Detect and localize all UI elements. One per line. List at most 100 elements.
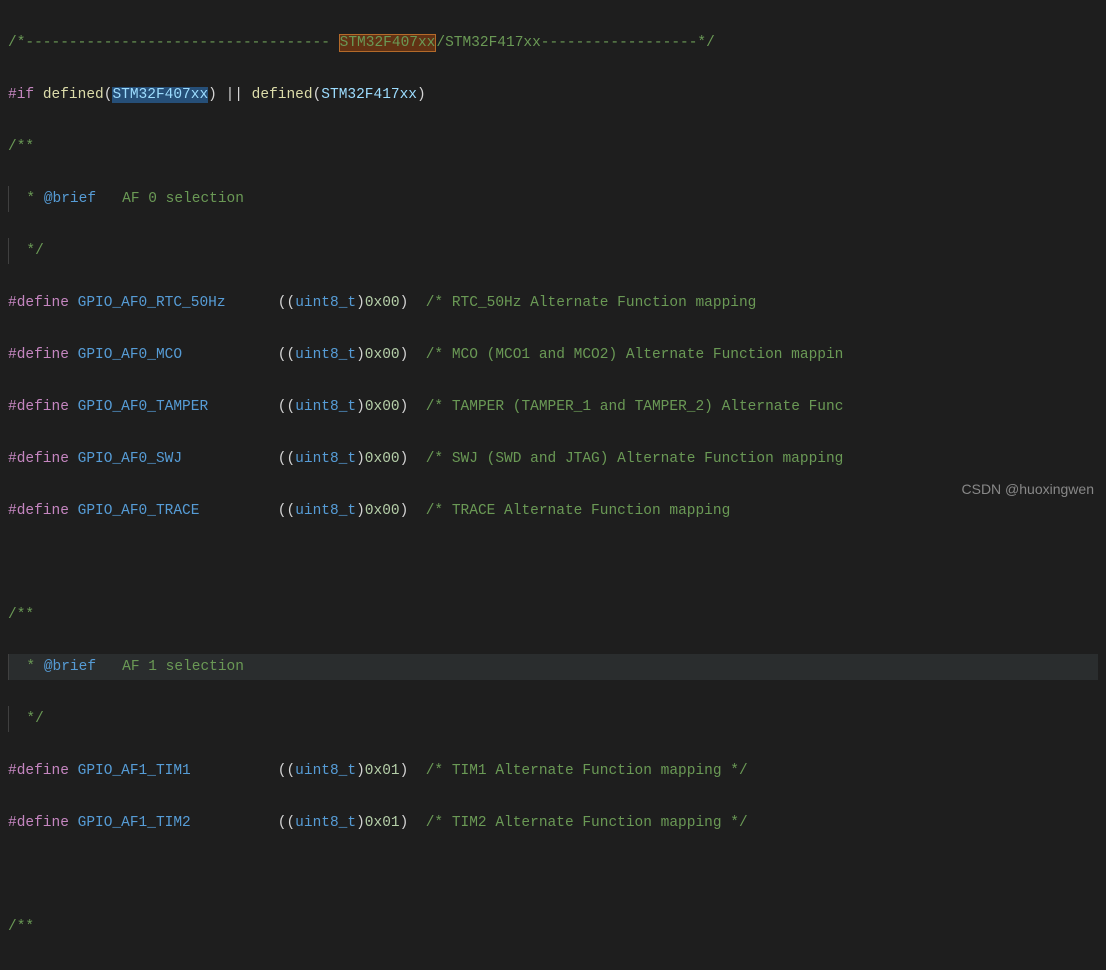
- comment-sep: /: [436, 35, 445, 51]
- define-name: GPIO_AF0_RTC_50Hz: [78, 295, 226, 311]
- define-name: GPIO_AF0_SWJ: [78, 451, 182, 467]
- paren: ): [208, 87, 217, 103]
- paren: (: [313, 87, 322, 103]
- define-name: GPIO_AF1_TIM1: [78, 763, 191, 779]
- hex-value: 0x01: [365, 763, 400, 779]
- func-defined: defined: [252, 87, 313, 103]
- directive-if: #if: [8, 87, 34, 103]
- code-line: #define GPIO_AF0_SWJ ((uint8_t)0x00) /* …: [8, 446, 1098, 472]
- code-line: #define GPIO_AF0_TAMPER ((uint8_t)0x00) …: [8, 394, 1098, 420]
- pad: [199, 503, 277, 519]
- type-name: uint8_t: [295, 763, 356, 779]
- trailing-comment: /* RTC_50Hz Alternate Function mapping: [426, 295, 757, 311]
- code-line: /**: [8, 602, 1098, 628]
- type-name: uint8_t: [295, 815, 356, 831]
- trailing-comment: /* TRACE Alternate Function mapping: [426, 503, 731, 519]
- cast-close-paren: ): [356, 451, 365, 467]
- directive-define: #define: [8, 295, 69, 311]
- hex-value: 0x00: [365, 503, 400, 519]
- doc-open: /**: [8, 607, 34, 623]
- code-line: */: [8, 706, 1098, 732]
- paren: ): [400, 399, 409, 415]
- cast-open: ((: [278, 815, 295, 831]
- comment-chip2: STM32F417xx: [445, 35, 541, 51]
- code-line-current: * @brief AF 1 selection: [8, 654, 1098, 680]
- operator-or: ||: [226, 87, 243, 103]
- comment-prefix: /*-----------------------------------: [8, 35, 339, 51]
- define-name: GPIO_AF0_MCO: [78, 347, 182, 363]
- directive-define: #define: [8, 399, 69, 415]
- code-line: [8, 550, 1098, 576]
- doc-star: *: [9, 659, 44, 675]
- code-editor[interactable]: /*----------------------------------- ST…: [0, 0, 1106, 970]
- cast-open: ((: [278, 295, 295, 311]
- type-name: uint8_t: [295, 295, 356, 311]
- type-name: uint8_t: [295, 503, 356, 519]
- doc-text: AF 1 selection: [96, 659, 244, 675]
- hex-value: 0x00: [365, 399, 400, 415]
- doc-open: /**: [8, 139, 34, 155]
- paren: ): [417, 87, 426, 103]
- pad: [208, 399, 278, 415]
- define-name: GPIO_AF1_TIM2: [78, 815, 191, 831]
- hex-value: 0x01: [365, 815, 400, 831]
- comment-suffix: ------------------*/: [541, 35, 715, 51]
- macro-arg: STM32F417xx: [321, 87, 417, 103]
- selection-highlight: STM32F407xx: [112, 87, 208, 103]
- trailing-comment: /* TIM1 Alternate Function mapping */: [426, 763, 748, 779]
- cast-open: ((: [278, 347, 295, 363]
- directive-define: #define: [8, 815, 69, 831]
- directive-define: #define: [8, 451, 69, 467]
- trailing-comment: /* SWJ (SWD and JTAG) Alternate Function…: [426, 451, 844, 467]
- trailing-comment: /* TIM2 Alternate Function mapping */: [426, 815, 748, 831]
- paren: ): [400, 815, 409, 831]
- code-line: #if defined(STM32F407xx) || defined(STM3…: [8, 82, 1098, 108]
- code-line: /*----------------------------------- ST…: [8, 30, 1098, 56]
- hex-value: 0x00: [365, 347, 400, 363]
- code-line: #define GPIO_AF0_TRACE ((uint8_t)0x00) /…: [8, 498, 1098, 524]
- func-defined: defined: [43, 87, 104, 103]
- code-line: /**: [8, 914, 1098, 940]
- doc-tag: @brief: [44, 191, 96, 207]
- doc-text: AF 0 selection: [96, 191, 244, 207]
- code-line: #define GPIO_AF0_MCO ((uint8_t)0x00) /* …: [8, 342, 1098, 368]
- cast-close-paren: ): [356, 295, 365, 311]
- cast-open: ((: [278, 451, 295, 467]
- paren: ): [400, 503, 409, 519]
- code-line: * @brief AF 0 selection: [8, 186, 1098, 212]
- directive-define: #define: [8, 503, 69, 519]
- paren: ): [400, 347, 409, 363]
- pad: [182, 347, 278, 363]
- cast-open: ((: [278, 503, 295, 519]
- type-name: uint8_t: [295, 399, 356, 415]
- pad: [182, 451, 278, 467]
- search-highlight: STM32F407xx: [339, 34, 437, 52]
- code-line: /**: [8, 134, 1098, 160]
- pad: [191, 815, 278, 831]
- cast-close-paren: ): [356, 503, 365, 519]
- pad: [226, 295, 278, 311]
- watermark: CSDN @huoxingwen: [962, 476, 1095, 502]
- cast-close-paren: ): [356, 347, 365, 363]
- code-line: */: [8, 238, 1098, 264]
- cast-close-paren: ): [356, 815, 365, 831]
- doc-close: */: [9, 711, 44, 727]
- code-line: #define GPIO_AF1_TIM1 ((uint8_t)0x01) /*…: [8, 758, 1098, 784]
- type-name: uint8_t: [295, 347, 356, 363]
- type-name: uint8_t: [295, 451, 356, 467]
- cast-close-paren: ): [356, 399, 365, 415]
- code-line: #define GPIO_AF1_TIM2 ((uint8_t)0x01) /*…: [8, 810, 1098, 836]
- paren: ): [400, 295, 409, 311]
- doc-close: */: [9, 243, 44, 259]
- doc-tag: @brief: [44, 659, 96, 675]
- cast-close-paren: ): [356, 763, 365, 779]
- directive-define: #define: [8, 763, 69, 779]
- directive-define: #define: [8, 347, 69, 363]
- define-name: GPIO_AF0_TRACE: [78, 503, 200, 519]
- hex-value: 0x00: [365, 295, 400, 311]
- pad: [191, 763, 278, 779]
- trailing-comment: /* MCO (MCO1 and MCO2) Alternate Functio…: [426, 347, 844, 363]
- paren: ): [400, 451, 409, 467]
- hex-value: 0x00: [365, 451, 400, 467]
- paren: ): [400, 763, 409, 779]
